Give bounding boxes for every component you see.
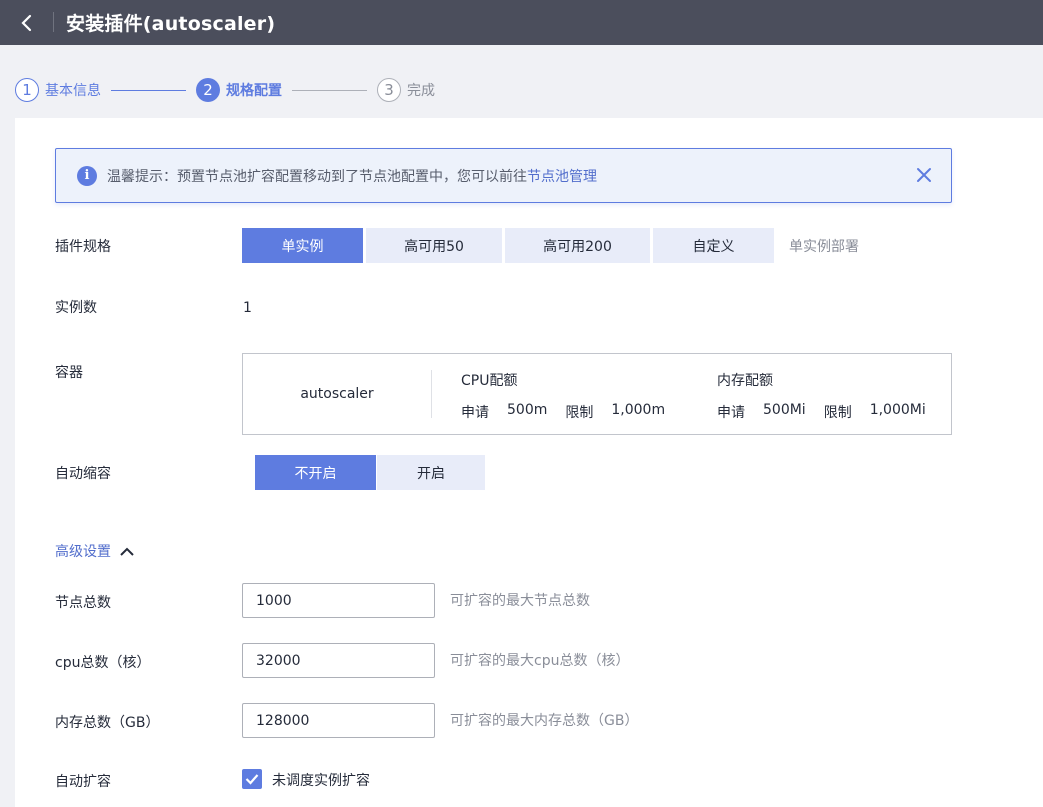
memory-limit-value: 1,000Mi [869,402,926,418]
scale-down-toggle: 不开启 开启 [255,455,485,490]
memory-quota-title: 内存配额 [717,373,773,389]
form-card [15,118,1043,807]
spec-selector: 单实例 高可用50 高可用200 自定义 [242,228,774,263]
memory-limit-label: 限制 [823,405,852,421]
chevron-left-icon [21,14,32,31]
node-total-input[interactable] [242,583,435,618]
step-basic-info: 1 基本信息 [15,78,101,102]
cpu-total-label: cpu总数（核） [55,655,151,671]
info-icon: i [77,165,97,186]
container-quota-box: autoscaler CPU配额 申请 500m 限制 1,000m 内存配额 … [242,353,952,435]
alert-text: 温馨提示：预置节点池扩容配置移动到了节点池配置中，您可以前往节点池管理 [107,168,597,185]
step-number: 3 [377,78,401,102]
step-label: 基本信息 [45,83,101,99]
cpu-limit-label: 限制 [565,405,594,421]
spec-option-custom[interactable]: 自定义 [653,228,774,263]
scale-down-on-button[interactable]: 开启 [377,455,485,490]
page-title: 安装插件(autoscaler) [66,13,276,35]
back-button[interactable] [0,0,54,45]
info-alert: i 温馨提示：预置节点池扩容配置移动到了节点池配置中，您可以前往节点池管理 [55,148,952,203]
step-connector [292,89,367,91]
advanced-settings-label: 高级设置 [55,544,111,560]
spec-option-ha50[interactable]: 高可用50 [366,228,502,263]
memory-request-value: 500Mi [763,402,806,418]
step-connector [111,89,186,91]
spec-label: 插件规格 [55,239,111,255]
node-total-label: 节点总数 [55,595,111,611]
divider [431,370,432,418]
cpu-quota-title: CPU配额 [461,373,518,389]
cpu-request-label: 申请 [461,405,489,421]
step-label: 规格配置 [226,83,282,99]
top-bar: 安装插件(autoscaler) [0,0,1043,45]
spec-hint: 单实例部署 [789,239,859,255]
memory-total-label: 内存总数（GB） [55,715,160,731]
cpu-request-value: 500m [507,402,548,418]
node-pool-link[interactable]: 节点池管理 [527,169,597,185]
close-icon[interactable] [915,166,933,184]
cpu-total-hint: 可扩容的最大cpu总数（核） [450,653,630,669]
check-icon [245,774,259,785]
unscheduled-scale-checkbox[interactable] [242,769,262,789]
unscheduled-scale-label: 未调度实例扩容 [272,773,370,789]
node-total-hint: 可扩容的最大节点总数 [450,593,590,609]
scale-down-off-button[interactable]: 不开启 [255,455,376,490]
memory-request-label: 申请 [717,405,745,421]
instances-label: 实例数 [55,300,97,316]
step-label: 完成 [407,83,435,99]
instances-value: 1 [243,300,252,316]
step-number: 2 [196,78,220,102]
memory-total-hint: 可扩容的最大内存总数（GB） [450,713,639,729]
stepper: 1 基本信息 2 规格配置 3 完成 [15,78,435,102]
step-number: 1 [15,78,39,102]
spec-option-single[interactable]: 单实例 [242,228,363,263]
container-label: 容器 [55,365,83,381]
auto-scale-label: 自动扩容 [55,774,111,790]
step-spec-config: 2 规格配置 [196,78,282,102]
scale-down-label: 自动缩容 [55,466,111,482]
step-complete: 3 完成 [377,78,435,102]
chevron-up-icon [120,547,134,556]
container-name: autoscaler [300,386,374,402]
advanced-settings-toggle[interactable]: 高级设置 [55,541,135,561]
divider [53,12,54,32]
memory-total-input[interactable] [242,703,435,738]
cpu-total-input[interactable] [242,643,435,678]
cpu-limit-value: 1,000m [611,402,666,418]
spec-option-ha200[interactable]: 高可用200 [505,228,650,263]
